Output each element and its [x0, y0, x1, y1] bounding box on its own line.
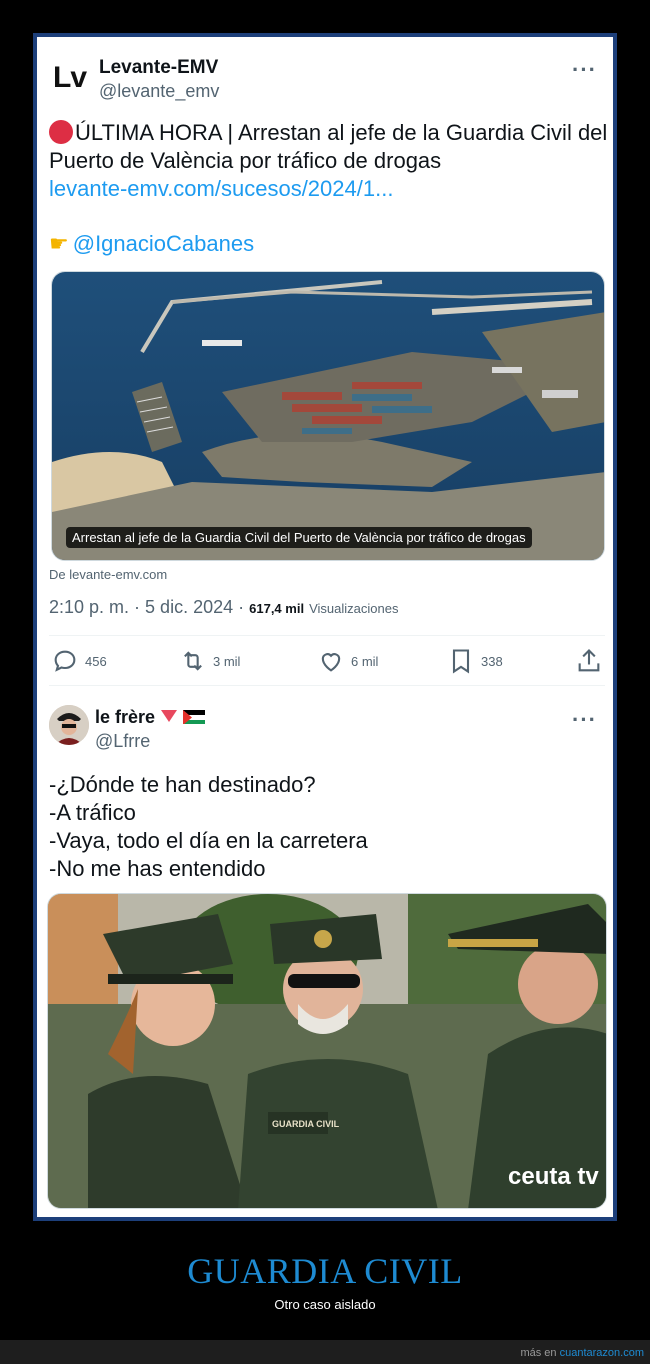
tweet2-header: le frère @Lfrre ··· [49, 705, 597, 752]
tweet2-author-name[interactable]: le frère [95, 707, 206, 728]
pointing-hand-icon: ☛ [49, 231, 69, 256]
views-label: Visualizaciones [309, 601, 399, 616]
post-frame: Lv Levante-EMV @levante_emv ··· ÚLTIMA H… [33, 33, 617, 1221]
tweet1-author-handle[interactable]: @levante_emv [99, 81, 219, 102]
port-aerial-photo [52, 272, 604, 560]
tweet1-text: ÚLTIMA HORA | Arrestan al jefe de la Gua… [49, 119, 609, 203]
retweet-icon [184, 651, 202, 671]
media-source[interactable]: De levante-emv.com [49, 567, 167, 582]
footer-credit: más en cuantarazon.com [520, 1347, 644, 1359]
tweet1-author-name[interactable]: Levante-EMV [99, 57, 218, 79]
reply-button[interactable]: 456 [51, 647, 107, 675]
reply-icon [54, 650, 76, 672]
retweet-count: 3 mil [213, 653, 241, 669]
patch-text: GUARDIA CIVIL [272, 1119, 340, 1129]
tweet2-media-image[interactable]: GUARDIA CIVIL ceuta tv [47, 893, 607, 1209]
avatar-image [49, 705, 89, 745]
tweet-stack-card: Lv Levante-EMV @levante_emv ··· ÚLTIMA H… [37, 37, 613, 1217]
like-count: 6 mil [351, 653, 379, 669]
bookmark-count: 338 [481, 653, 503, 669]
tweet1-actions: 456 3 mil 6 mil 338 [49, 647, 605, 679]
retweet-button[interactable]: 3 mil [179, 647, 240, 675]
post-subtitle: Otro caso aislado [274, 1297, 376, 1312]
share-icon [578, 649, 600, 672]
bookmark-button[interactable]: 338 [447, 647, 503, 675]
tweet1-mention: ☛ @IgnacioCabanes [49, 231, 254, 257]
tweet2-line: -¿Dónde te han destinado? [49, 772, 316, 797]
heart-icon [321, 653, 341, 672]
palestine-flag-icon [183, 709, 206, 724]
avatar[interactable] [49, 705, 89, 745]
bookmark-icon [452, 649, 470, 674]
tweet1-header: Lv Levante-EMV @levante_emv ··· [53, 55, 597, 105]
divider [49, 685, 605, 686]
tweet2-line: -No me has entendido [49, 856, 266, 881]
tweet1-headline: ÚLTIMA HORA | Arrestan al jefe de la Gua… [49, 120, 608, 173]
tweet1-meta: 2:10 p. m. · 5 dic. 2024 · 617,4 mil Vis… [49, 597, 399, 617]
tweet2-author-handle[interactable]: @Lfrre [95, 731, 150, 752]
views-count[interactable]: 617,4 mil [249, 601, 304, 616]
media-caption: Arrestan al jefe de la Guardia Civil del… [66, 527, 532, 548]
tweet1-time[interactable]: 2:10 p. m. [49, 597, 129, 617]
share-button[interactable] [575, 647, 603, 675]
guardia-civil-photo: GUARDIA CIVIL ceuta tv [48, 894, 606, 1208]
tweet2-line: -A tráfico [49, 800, 136, 825]
tweet1-media-image[interactable]: Arrestan al jefe de la Guardia Civil del… [51, 271, 605, 561]
post-title: GUARDIA CIVIL [187, 1251, 463, 1291]
tweet1-more-icon[interactable]: ··· [572, 57, 597, 83]
tweet2-name-text: le frère [95, 707, 156, 727]
tweet2-more-icon[interactable]: ··· [572, 707, 597, 733]
like-button[interactable]: 6 mil [317, 647, 378, 675]
ceuta-tv-watermark: ceuta tv [508, 1163, 599, 1190]
credit-prefix: más en [520, 1347, 557, 1359]
red-circle-icon [49, 120, 73, 144]
reply-count: 456 [85, 653, 107, 669]
site-link[interactable]: cuantarazon.com [560, 1347, 644, 1359]
levante-logo[interactable]: Lv [53, 61, 93, 101]
tweet1-date[interactable]: 5 dic. 2024 [145, 597, 233, 617]
mention-link[interactable]: @IgnacioCabanes [73, 231, 254, 256]
tweet2-text: -¿Dónde te han destinado? -A tráfico -Va… [49, 771, 368, 883]
divider [49, 635, 605, 636]
tweet1-article-link[interactable]: levante-emv.com/sucesos/2024/1... [49, 176, 393, 201]
tweet2-line: -Vaya, todo el día en la carretera [49, 828, 368, 853]
red-triangle-icon [161, 710, 178, 722]
